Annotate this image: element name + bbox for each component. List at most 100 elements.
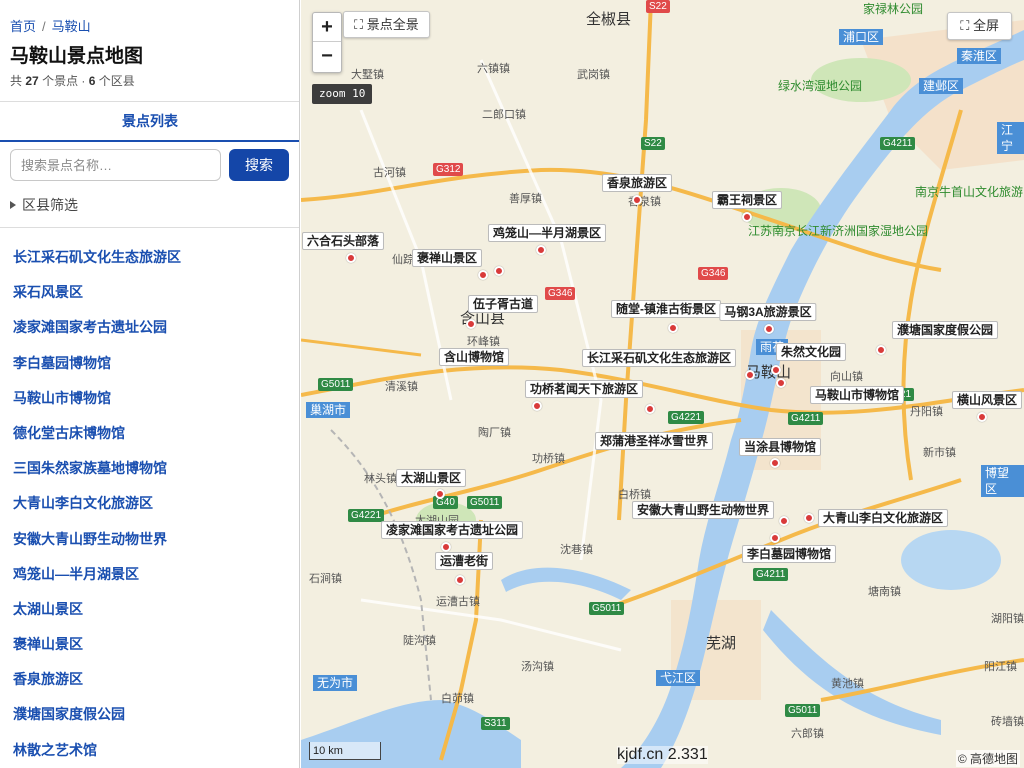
- map-marker-label[interactable]: 长江采石矶文化生态旅游区: [581, 349, 737, 367]
- road-shield: G5011: [785, 704, 821, 717]
- map-marker-label[interactable]: 褒禅山景区: [411, 249, 483, 267]
- map-marker-label[interactable]: 鸡笼山—半月湖景区: [487, 224, 607, 242]
- map-marker-label[interactable]: 六合石头部落: [301, 232, 385, 250]
- map-marker-icon[interactable]: [770, 458, 780, 468]
- map-marker-icon[interactable]: [770, 533, 780, 543]
- map-marker-label[interactable]: 运漕老街: [434, 552, 494, 570]
- place-label: 湖阳镇: [991, 613, 1024, 625]
- map-marker-icon[interactable]: [536, 245, 546, 255]
- map-marker-icon[interactable]: [494, 266, 504, 276]
- spot-list-item[interactable]: 长江采石矶文化生态旅游区: [0, 240, 299, 275]
- map-marker-icon[interactable]: [776, 378, 786, 388]
- district-label: 江宁: [997, 122, 1024, 154]
- app-root: 首页 / 马鞍山 马鞍山景点地图 共 27 个景点 · 6 个区县 景点列表 搜索 …: [0, 0, 1024, 768]
- map-marker-label[interactable]: 香泉旅游区: [601, 174, 673, 192]
- spot-list-item[interactable]: 鸡笼山—半月湖景区: [0, 557, 299, 592]
- zoom-out-button[interactable]: −: [313, 42, 341, 71]
- map-marker-label[interactable]: 郑蒲港圣祥冰雪世界: [594, 432, 714, 450]
- spot-list-item[interactable]: 三国朱然家族墓地博物馆: [0, 451, 299, 486]
- map-marker-label[interactable]: 太湖山景区: [395, 469, 467, 487]
- breadcrumb-home-link[interactable]: 首页: [10, 19, 36, 34]
- map-marker-label[interactable]: 马钢3A旅游景区: [719, 303, 817, 321]
- spot-list-item[interactable]: 濮塘国家度假公园: [0, 697, 299, 732]
- spot-list-item[interactable]: 香泉旅游区: [0, 662, 299, 697]
- district-label: 巢湖市: [306, 402, 351, 418]
- road-shield: G5011: [318, 378, 354, 391]
- spot-list-item[interactable]: 大青山李白文化旅游区: [0, 486, 299, 521]
- map-marker-icon[interactable]: [435, 489, 445, 499]
- map-marker-label[interactable]: 横山风景区: [951, 391, 1023, 409]
- spot-list-item[interactable]: 李白墓园博物馆: [0, 346, 299, 381]
- map-marker-icon[interactable]: [532, 401, 542, 411]
- map-marker-icon[interactable]: [779, 516, 789, 526]
- place-label: 古河镇: [373, 167, 406, 179]
- map-marker-label[interactable]: 大青山李白文化旅游区: [817, 509, 949, 527]
- map-marker-icon[interactable]: [742, 212, 752, 222]
- place-label: 清溪镇: [385, 381, 418, 393]
- fullscreen-button[interactable]: ⛶ 全屏: [947, 12, 1012, 40]
- spot-list-item[interactable]: 褒禅山景区: [0, 627, 299, 662]
- spot-list-item[interactable]: 马鞍山市博物馆: [0, 381, 299, 416]
- search-input[interactable]: [10, 149, 221, 181]
- road-shield: G312: [433, 163, 464, 176]
- map-marker-icon[interactable]: [771, 365, 781, 375]
- place-label: 六郎镇: [791, 728, 824, 740]
- place-label: 家禄林公园: [863, 2, 924, 16]
- breadcrumb-current-link[interactable]: 马鞍山: [52, 19, 91, 34]
- map-marker-icon[interactable]: [632, 195, 642, 205]
- zoom-control: + −: [312, 12, 342, 73]
- map-marker-label[interactable]: 李白墓园博物馆: [741, 545, 837, 563]
- place-label: 武岗镇: [577, 69, 610, 81]
- map-marker-icon[interactable]: [455, 575, 465, 585]
- tab-spot-list[interactable]: 景点列表: [0, 102, 299, 141]
- map-marker-icon[interactable]: [977, 412, 987, 422]
- map-view[interactable]: 全椒县 大墅镇 六镇镇 武岗镇 二郎口镇 古河镇 善厚镇 香泉镇 仙踪镇 含山县 环峰镇 清溪镇 陶厂镇…: [301, 0, 1024, 768]
- spot-list-item[interactable]: 采石风景区: [0, 275, 299, 310]
- map-marker-icon[interactable]: [466, 319, 476, 329]
- divider: [0, 227, 299, 228]
- map-marker-icon[interactable]: [745, 370, 755, 380]
- map-marker-icon[interactable]: [876, 345, 886, 355]
- map-marker-label[interactable]: 马鞍山市博物馆: [809, 386, 905, 404]
- place-label: 黄池镇: [831, 678, 864, 690]
- map-marker-icon[interactable]: [764, 324, 774, 334]
- place-label: 砖墙镇: [991, 716, 1024, 728]
- map-marker-label[interactable]: 濮塘国家度假公园: [891, 321, 999, 339]
- search-button[interactable]: 搜索: [229, 149, 289, 181]
- map-marker-label[interactable]: 朱然文化园: [775, 343, 847, 361]
- map-marker-label[interactable]: 功桥茗闻天下旅游区: [524, 380, 644, 398]
- road-shield: G4211: [753, 568, 789, 581]
- spot-list-item[interactable]: 德化堂古床博物馆: [0, 416, 299, 451]
- road-shield: S22: [646, 0, 670, 13]
- map-marker-label[interactable]: 伍子胥古道: [467, 295, 539, 313]
- spot-list-item[interactable]: 安徽大青山野生动物世界: [0, 522, 299, 557]
- road-shield: G4211: [788, 412, 824, 425]
- overview-button[interactable]: ⛶ 景点全景: [343, 11, 430, 38]
- map-marker-icon[interactable]: [645, 404, 655, 414]
- map-marker-label[interactable]: 霸王祠景区: [711, 191, 783, 209]
- map-marker-icon[interactable]: [668, 323, 678, 333]
- map-marker-label[interactable]: 含山博物馆: [438, 348, 510, 366]
- map-marker-icon[interactable]: [804, 513, 814, 523]
- map-marker-icon[interactable]: [478, 270, 488, 280]
- map-marker-icon[interactable]: [441, 542, 451, 552]
- map-marker-label[interactable]: 凌家滩国家考古遗址公园: [380, 521, 524, 539]
- place-label: 白茆镇: [441, 693, 474, 705]
- spot-list-item[interactable]: 凌家滩国家考古遗址公园: [0, 310, 299, 345]
- district-label: 浦口区: [839, 29, 884, 45]
- map-marker-label[interactable]: 安徽大青山野生动物世界: [631, 501, 775, 519]
- zoom-in-button[interactable]: +: [313, 13, 341, 42]
- map-marker-label[interactable]: 当涂县博物馆: [738, 438, 822, 456]
- place-label: 善厚镇: [509, 193, 542, 205]
- place-label: 运漕古镇: [436, 596, 480, 608]
- spot-list-item[interactable]: 林散之艺术馆: [0, 733, 299, 768]
- breadcrumb: 首页 / 马鞍山: [10, 16, 91, 35]
- spot-count: 27: [25, 74, 39, 88]
- district-label: 建邺区: [919, 78, 964, 94]
- district-filter-toggle[interactable]: 区县筛选: [10, 195, 78, 215]
- map-marker-icon[interactable]: [346, 253, 356, 263]
- caret-right-icon: [10, 201, 16, 209]
- spot-list-item[interactable]: 太湖山景区: [0, 592, 299, 627]
- map-marker-label[interactable]: 随堂-镇淮古街景区: [611, 300, 721, 318]
- district-label: 秦淮区: [957, 48, 1002, 64]
